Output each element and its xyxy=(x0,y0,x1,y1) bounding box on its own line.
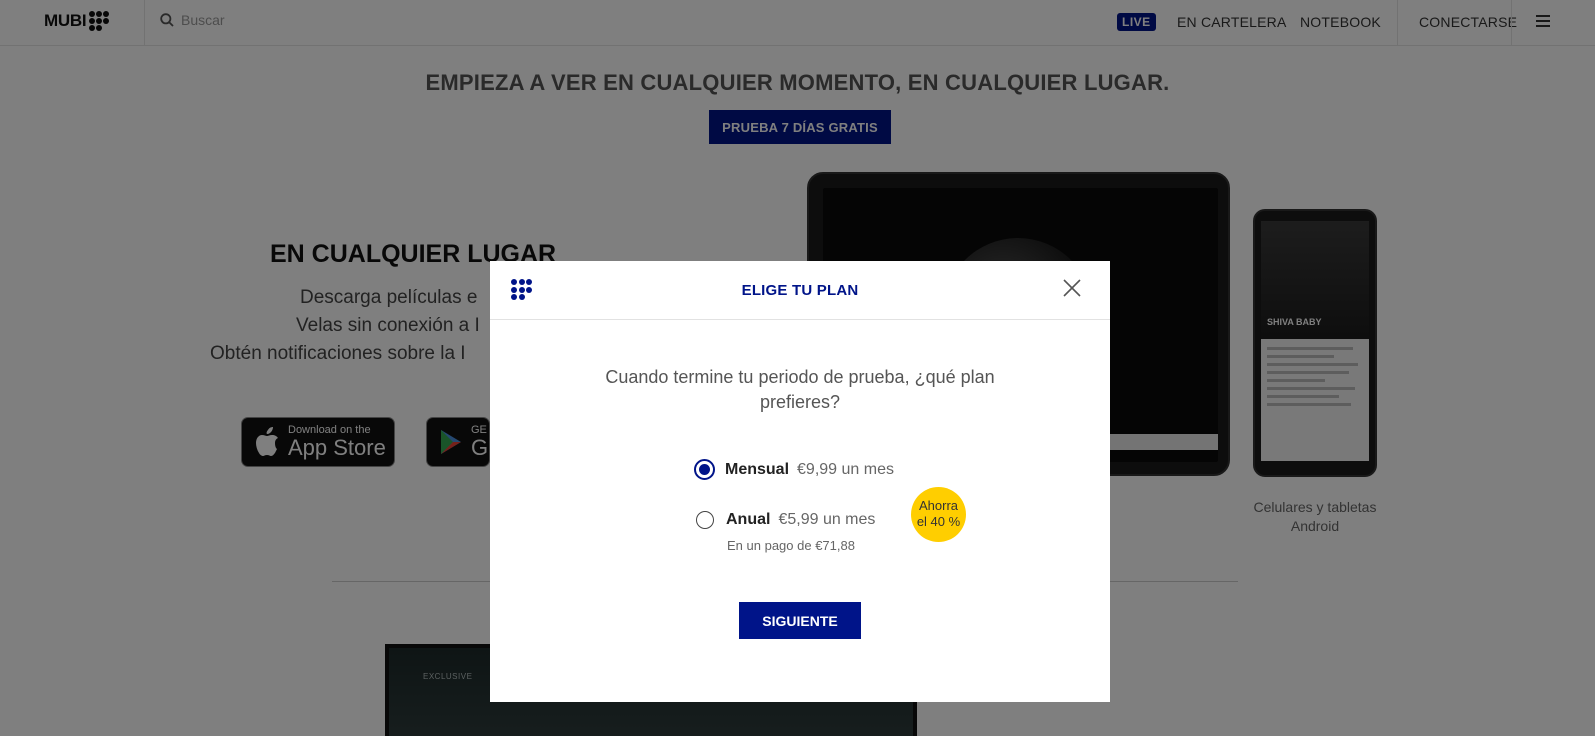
save-badge: Ahorra el 40 % xyxy=(911,487,966,542)
modal-title: ELIGE TU PLAN xyxy=(741,282,859,299)
save-badge-line: Ahorra xyxy=(918,498,959,513)
plan-note: En un pago de €71,88 xyxy=(727,538,855,553)
next-button[interactable]: SIGUIENTE xyxy=(739,602,861,639)
close-icon[interactable] xyxy=(1063,279,1081,297)
plan-question: Cuando termine tu periodo de prueba, ¿qu… xyxy=(490,365,1110,415)
radio-monthly[interactable] xyxy=(694,459,715,480)
plan-price: €5,99 un mes xyxy=(778,511,876,528)
plan-name: Anual xyxy=(726,511,771,528)
choose-plan-modal: ELIGE TU PLAN Cuando termine tu periodo … xyxy=(490,261,1110,702)
radio-annual[interactable] xyxy=(696,511,714,529)
modal-header: ELIGE TU PLAN xyxy=(490,261,1110,320)
plan-question-line: prefieres? xyxy=(759,392,841,412)
plan-question-line: Cuando termine tu periodo de prueba, ¿qu… xyxy=(605,367,995,387)
plan-option-annual[interactable]: Anual €5,99 un mes xyxy=(696,511,875,529)
plan-name: Mensual xyxy=(725,460,790,478)
plan-option-monthly[interactable]: Mensual €9,99 un mes xyxy=(694,459,894,480)
save-badge-line: el 40 % xyxy=(916,514,961,529)
plan-price: €9,99 un mes xyxy=(797,460,894,478)
